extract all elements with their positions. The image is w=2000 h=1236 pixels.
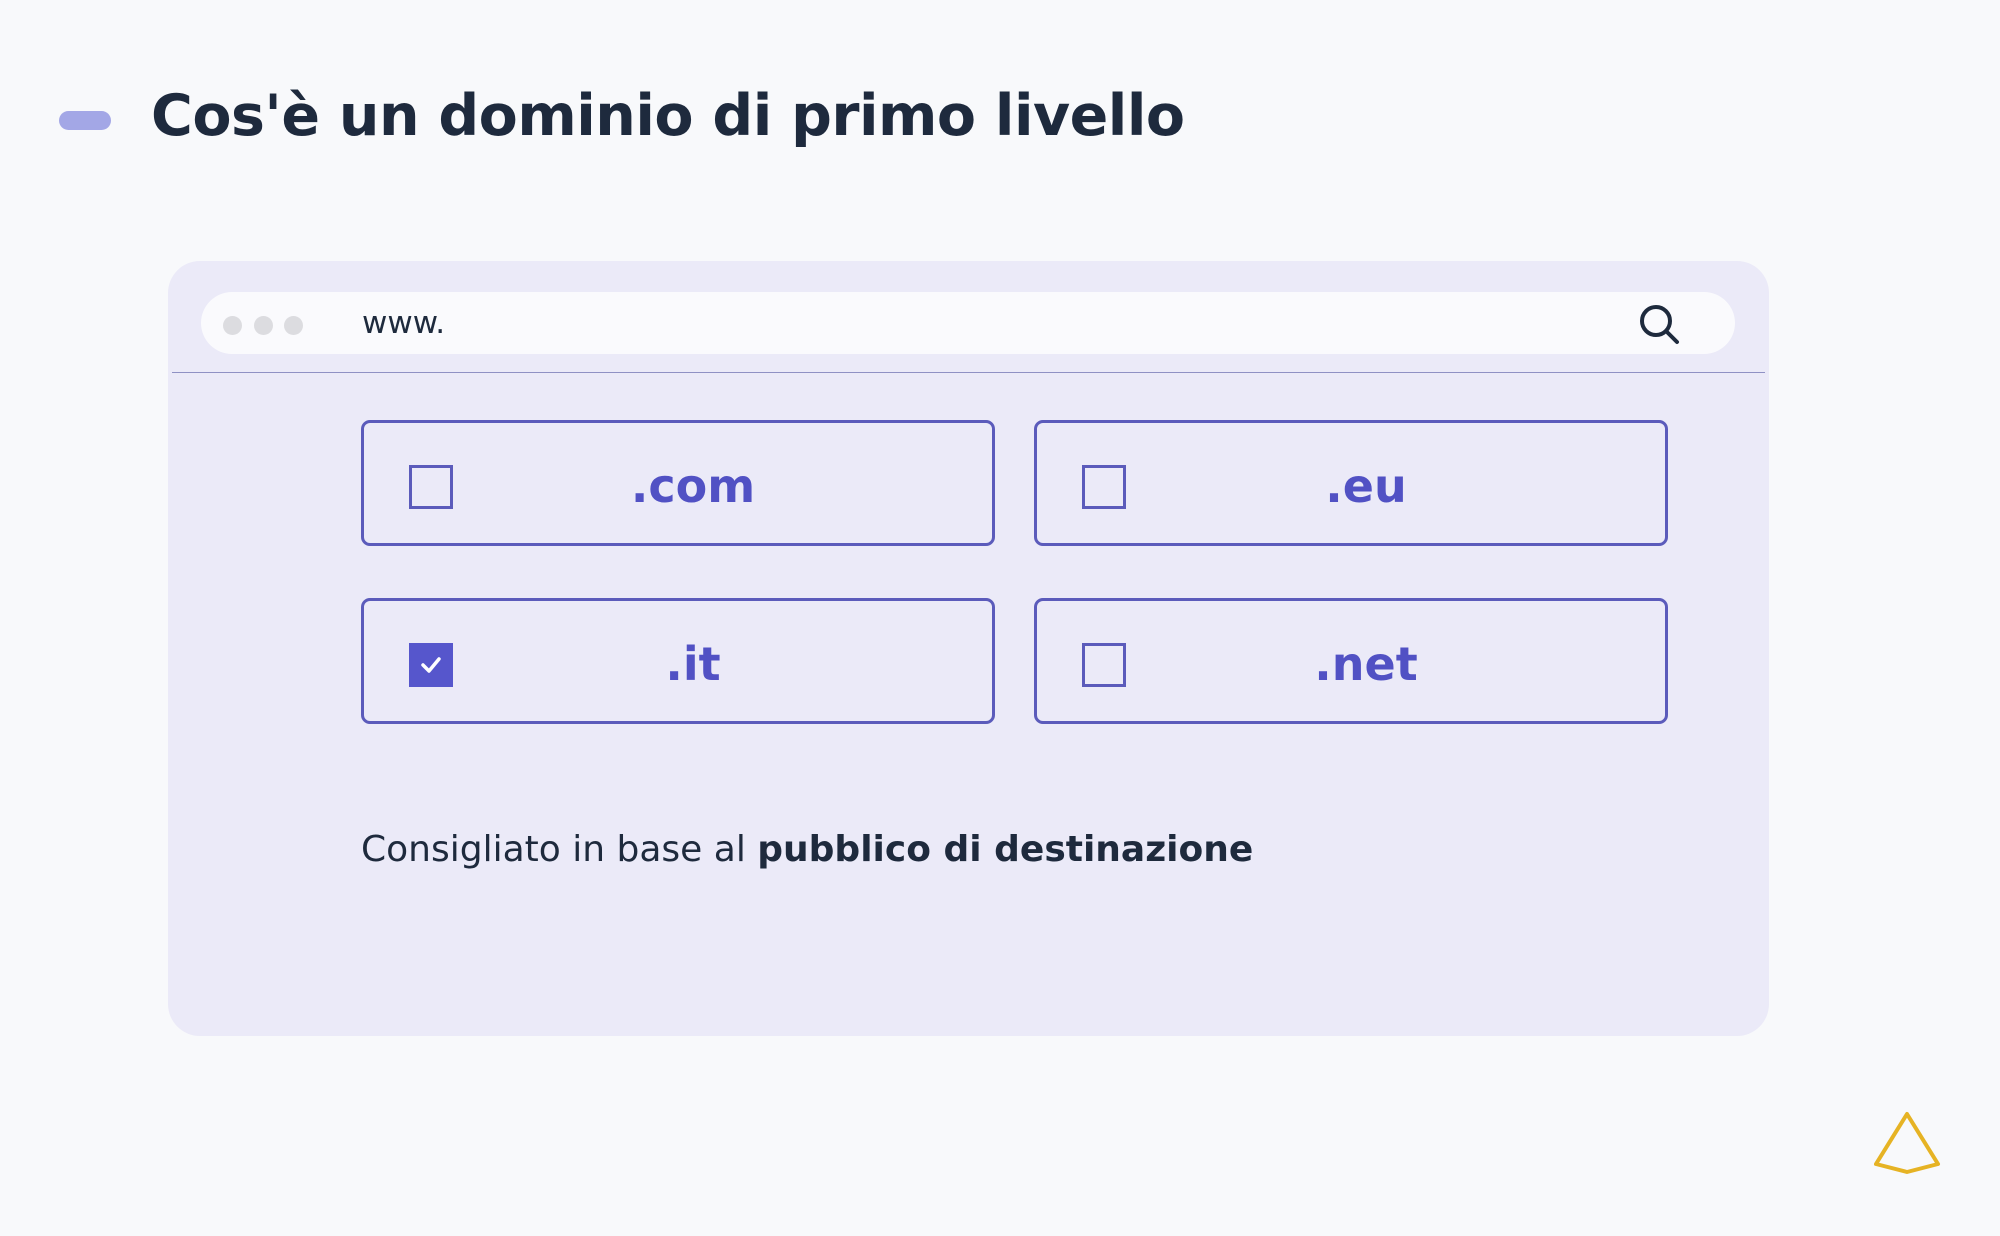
search-icon[interactable]	[1638, 303, 1680, 345]
window-dot-icon	[254, 316, 273, 335]
recommendation-text: Consigliato in base al pubblico di desti…	[361, 827, 1253, 873]
recommendation-prefix: Consigliato in base al	[361, 829, 758, 870]
url-input[interactable]: www.	[362, 303, 445, 343]
checkbox-it[interactable]	[409, 643, 453, 687]
checkbox-com[interactable]	[409, 465, 453, 509]
title-marker	[59, 111, 111, 130]
triangle-logo-icon	[1874, 1112, 1940, 1174]
divider	[172, 372, 1765, 373]
tld-label: .net	[1314, 637, 1418, 691]
recommendation-emphasis: pubblico di destinazione	[757, 829, 1254, 870]
tld-option-eu[interactable]: .eu	[1034, 420, 1668, 546]
tld-label: .eu	[1325, 459, 1407, 513]
tld-label: .it	[665, 637, 721, 691]
checkbox-net[interactable]	[1082, 643, 1126, 687]
address-bar[interactable]: www.	[201, 292, 1735, 354]
window-dot-icon	[223, 316, 242, 335]
tld-option-com[interactable]: .com	[361, 420, 995, 546]
tld-option-it[interactable]: .it	[361, 598, 995, 724]
browser-window: www. .com .eu .it .net Consigliato in ba…	[168, 261, 1769, 1036]
tld-option-net[interactable]: .net	[1034, 598, 1668, 724]
checkbox-eu[interactable]	[1082, 465, 1126, 509]
window-dot-icon	[284, 316, 303, 335]
tld-label: .com	[630, 459, 756, 513]
checkmark-icon	[421, 657, 441, 673]
page-title: Cos'è un dominio di primo livello	[151, 83, 1185, 149]
